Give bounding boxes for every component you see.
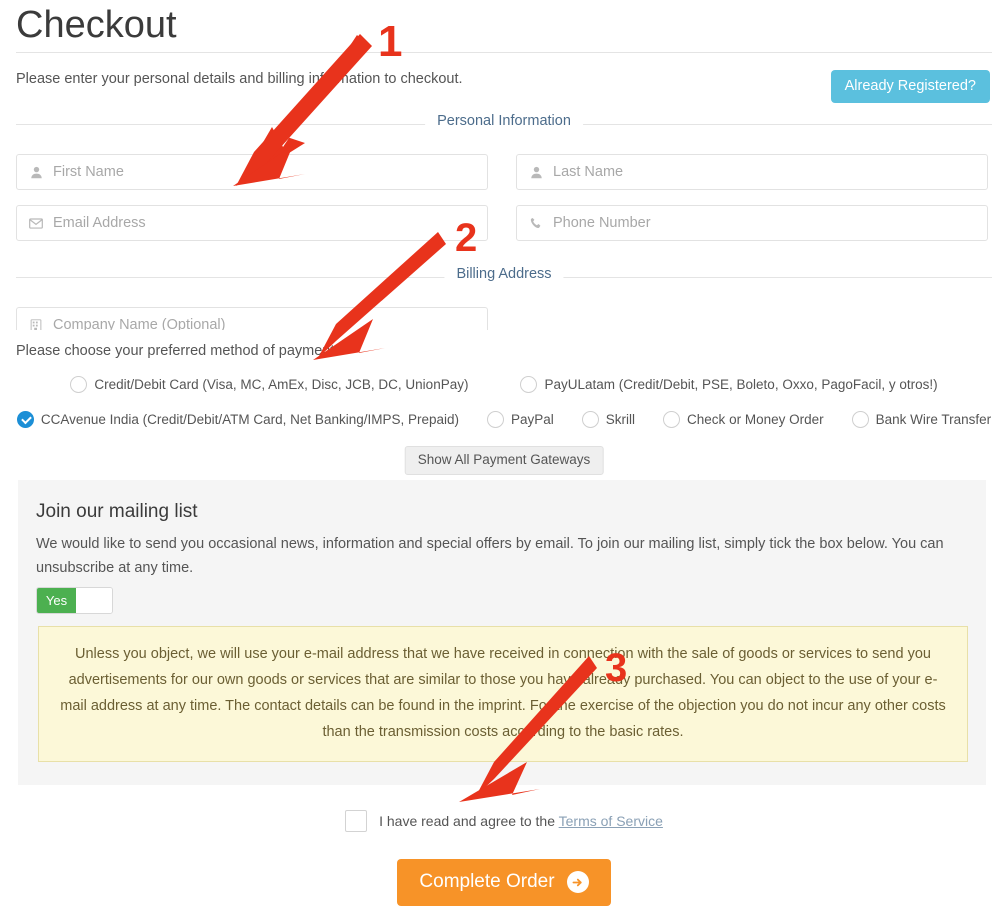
- payment-option-payulatam[interactable]: PayULatam (Credit/Debit, PSE, Boleto, Ox…: [520, 376, 938, 393]
- last-name-input[interactable]: Last Name: [516, 154, 988, 190]
- envelope-icon: [27, 215, 45, 231]
- mailing-list-toggle-on-label: Yes: [37, 588, 76, 613]
- payment-note: Please choose your preferred method of p…: [16, 343, 339, 359]
- phone-icon: [527, 215, 545, 231]
- payment-option-label: PayPal: [511, 412, 554, 427]
- mailing-list-notice: Unless you object, we will use your e-ma…: [38, 626, 968, 762]
- first-name-placeholder: First Name: [53, 164, 124, 180]
- email-placeholder: Email Address: [53, 215, 146, 231]
- phone-input[interactable]: Phone Number: [516, 205, 988, 241]
- payment-option-ccavenue-india[interactable]: CCAvenue India (Credit/Debit/ATM Card, N…: [16, 411, 460, 428]
- radio-icon[interactable]: [581, 411, 599, 428]
- payment-option-credit-debit-card[interactable]: Credit/Debit Card (Visa, MC, AmEx, Disc,…: [70, 376, 468, 393]
- personal-information-heading: Personal Information: [425, 113, 583, 129]
- terms-label-text: I have read and agree to the: [379, 813, 559, 829]
- radio-icon[interactable]: [70, 376, 88, 393]
- mailing-list-body: We would like to send you occasional new…: [36, 536, 944, 576]
- payment-options-row-1: Credit/Debit Card (Visa, MC, AmEx, Disc,…: [16, 376, 992, 393]
- payment-option-bank-wire-transfer[interactable]: Bank Wire Transfer: [851, 411, 992, 428]
- terms-of-service-link[interactable]: Terms of Service: [559, 813, 663, 829]
- payment-option-paypal[interactable]: PayPal: [487, 411, 554, 428]
- header-divider: [16, 52, 992, 53]
- arrow-right-circle-icon: [566, 871, 589, 893]
- payment-option-label: Credit/Debit Card (Visa, MC, AmEx, Disc,…: [94, 377, 469, 392]
- first-name-input[interactable]: First Name: [16, 154, 488, 190]
- mailing-list-toggle-knob[interactable]: [76, 588, 112, 613]
- payment-option-skrill[interactable]: Skrill: [581, 411, 636, 428]
- show-all-payment-gateways-button[interactable]: Show All Payment Gateways: [404, 446, 604, 475]
- mailing-list-toggle[interactable]: Yes: [36, 587, 113, 614]
- payment-option-label: CCAvenue India (Credit/Debit/ATM Card, N…: [40, 412, 460, 427]
- user-icon: [27, 164, 45, 180]
- billing-address-heading: Billing Address: [444, 266, 564, 282]
- intro-text: Please enter your personal details and b…: [16, 71, 463, 87]
- terms-row: I have read and agree to the Terms of Se…: [0, 810, 1008, 832]
- checkout-page: Checkout Please enter your personal deta…: [0, 0, 1008, 922]
- radio-icon[interactable]: [851, 411, 869, 428]
- annotation-number-1: 1: [378, 17, 403, 66]
- already-registered-button[interactable]: Already Registered?: [830, 70, 990, 103]
- annotation-number-2: 2: [455, 216, 478, 260]
- radio-icon[interactable]: [487, 411, 505, 428]
- phone-placeholder: Phone Number: [553, 215, 651, 231]
- personal-information-divider: Personal Information: [16, 113, 992, 129]
- user-icon: [527, 164, 545, 180]
- payment-option-label: Bank Wire Transfer: [875, 412, 992, 427]
- terms-label: I have read and agree to the Terms of Se…: [379, 811, 663, 831]
- radio-icon[interactable]: [520, 376, 538, 393]
- complete-order-button[interactable]: Complete Order: [397, 859, 611, 906]
- payment-option-label: Check or Money Order: [687, 412, 824, 427]
- payment-option-label: PayULatam (Credit/Debit, PSE, Boleto, Ox…: [544, 377, 938, 392]
- annotation-number-3: 3: [605, 646, 628, 690]
- payment-option-label: Skrill: [605, 412, 636, 427]
- terms-checkbox[interactable]: [345, 810, 368, 832]
- submit-row: Complete Order: [0, 859, 1008, 906]
- payment-options-row-2: CCAvenue India (Credit/Debit/ATM Card, N…: [16, 411, 992, 428]
- payment-option-check-or-money-order[interactable]: Check or Money Order: [663, 411, 824, 428]
- complete-order-label: Complete Order: [419, 871, 555, 892]
- radio-checked-icon[interactable]: [16, 411, 34, 428]
- radio-icon[interactable]: [663, 411, 681, 428]
- last-name-placeholder: Last Name: [553, 164, 624, 180]
- billing-address-divider: Billing Address: [16, 266, 992, 282]
- mailing-list-title: Join our mailing list: [36, 501, 198, 522]
- email-input[interactable]: Email Address: [16, 205, 488, 241]
- page-title: Checkout: [16, 4, 177, 46]
